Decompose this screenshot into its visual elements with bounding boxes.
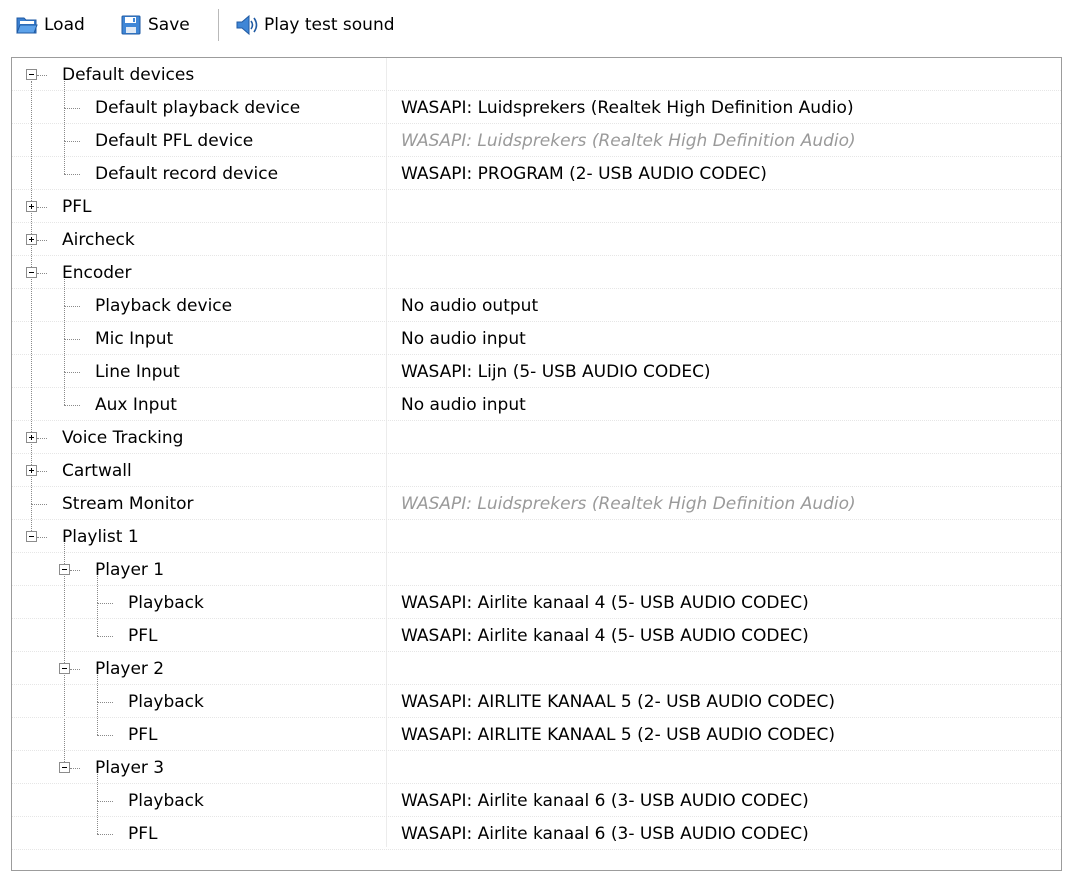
- toolbar: Load Save Play test sound: [0, 0, 1070, 50]
- collapse-icon[interactable]: [59, 762, 70, 773]
- tree-row-value[interactable]: WASAPI: Luidsprekers (Realtek High Defin…: [401, 487, 856, 519]
- load-label: Load: [44, 15, 85, 35]
- tree-row-value[interactable]: No audio input: [401, 388, 526, 420]
- tree-row-aux-input[interactable]: Aux Input No audio input: [12, 388, 1061, 421]
- tree-row-label: PFL: [62, 197, 92, 217]
- expand-icon[interactable]: [26, 465, 37, 476]
- tree-row-label: PFL: [128, 725, 158, 745]
- tree-row-value[interactable]: WASAPI: Luidsprekers (Realtek High Defin…: [401, 91, 854, 123]
- tree-row-default-devices[interactable]: Default devices: [12, 58, 1061, 91]
- collapse-icon[interactable]: [59, 663, 70, 674]
- tree-row-value[interactable]: WASAPI: Lijn (5- USB AUDIO CODEC): [401, 355, 711, 387]
- save-label: Save: [148, 15, 190, 35]
- tree-row-label: Playback: [128, 791, 204, 811]
- tree-row-value[interactable]: WASAPI: AIRLITE KANAAL 5 (2- USB AUDIO C…: [401, 718, 835, 750]
- device-tree: Default devices Default playback device WA…: [11, 57, 1062, 871]
- tree-row-label: Default playback device: [95, 98, 301, 118]
- tree-row-aircheck[interactable]: Aircheck: [12, 223, 1061, 256]
- tree-row-playback[interactable]: Playback WASAPI: Airlite kanaal 6 (3- USB…: [12, 784, 1061, 817]
- tree-row-value[interactable]: WASAPI: PROGRAM (2- USB AUDIO CODEC): [401, 157, 767, 189]
- play-test-sound-label: Play test sound: [264, 15, 395, 35]
- tree-row-player-3[interactable]: Player 3: [12, 751, 1061, 784]
- tree-row-pfl[interactable]: PFL WASAPI: Airlite kanaal 6 (3- USB AUDI…: [12, 817, 1061, 850]
- tree-row-player-2[interactable]: Player 2: [12, 652, 1061, 685]
- tree-row-label: Voice Tracking: [62, 428, 184, 448]
- tree-row-value[interactable]: WASAPI: AIRLITE KANAAL 5 (2- USB AUDIO C…: [401, 685, 835, 717]
- tree-row-mic-input[interactable]: Mic Input No audio input: [12, 322, 1061, 355]
- tree-row-value[interactable]: WASAPI: Airlite kanaal 4 (5- USB AUDIO C…: [401, 586, 809, 618]
- collapse-icon[interactable]: [26, 267, 37, 278]
- tree-row-label: Default devices: [62, 65, 195, 85]
- tree-row-label: Default record device: [95, 164, 279, 184]
- tree-row-value[interactable]: WASAPI: Luidsprekers (Realtek High Defin…: [401, 124, 856, 156]
- tree-row-label: Player 2: [95, 659, 165, 679]
- collapse-icon[interactable]: [59, 564, 70, 575]
- tree-row-playback[interactable]: Playback WASAPI: AIRLITE KANAAL 5 (2- USB…: [12, 685, 1061, 718]
- tree-row-pfl[interactable]: PFL WASAPI: Airlite kanaal 4 (5- USB AUDI…: [12, 619, 1061, 652]
- collapse-icon[interactable]: [26, 531, 37, 542]
- tree-row-label: PFL: [128, 824, 158, 844]
- tree-row-label: Playback: [128, 593, 204, 613]
- tree-row-label: Stream Monitor: [62, 494, 194, 514]
- tree-row-label: Default PFL device: [95, 131, 254, 151]
- tree-row-default-record-device[interactable]: Default record device WASAPI: PROGRAM (2-…: [12, 157, 1061, 190]
- tree-row-stream-monitor[interactable]: Stream Monitor WASAPI: Luidsprekers (Real…: [12, 487, 1061, 520]
- expand-icon[interactable]: [26, 201, 37, 212]
- tree-row-label: Player 3: [95, 758, 165, 778]
- tree-row-label: Encoder: [62, 263, 132, 283]
- expand-icon[interactable]: [26, 432, 37, 443]
- collapse-icon[interactable]: [26, 69, 37, 80]
- tree-row-pfl[interactable]: PFL WASAPI: AIRLITE KANAAL 5 (2- USB AUDI…: [12, 718, 1061, 751]
- tree-row-playback-device[interactable]: Playback device No audio output: [12, 289, 1061, 322]
- tree-row-value[interactable]: WASAPI: Airlite kanaal 6 (3- USB AUDIO C…: [401, 784, 809, 816]
- tree-row-player-1[interactable]: Player 1: [12, 553, 1061, 586]
- tree-row-encoder[interactable]: Encoder: [12, 256, 1061, 289]
- tree-row-label: PFL: [128, 626, 158, 646]
- load-button[interactable]: Load: [16, 10, 85, 40]
- tree-row-voice-tracking[interactable]: Voice Tracking: [12, 421, 1061, 454]
- tree-row-playlist-1[interactable]: Playlist 1: [12, 520, 1061, 553]
- tree-row-value[interactable]: No audio input: [401, 322, 526, 354]
- open-folder-icon: [16, 14, 38, 36]
- speaker-icon: [235, 14, 261, 36]
- tree-row-default-pfl-device[interactable]: Default PFL device WASAPI: Luidsprekers (…: [12, 124, 1061, 157]
- tree-row-line-input[interactable]: Line Input WASAPI: Lijn (5- USB AUDIO COD…: [12, 355, 1061, 388]
- tree-row-label: Playback device: [95, 296, 233, 316]
- tree-row-label: Cartwall: [62, 461, 132, 481]
- tree-row-pfl[interactable]: PFL: [12, 190, 1061, 223]
- tree-row-label: Player 1: [95, 560, 165, 580]
- tree-row-value[interactable]: WASAPI: Airlite kanaal 4 (5- USB AUDIO C…: [401, 619, 809, 651]
- save-button[interactable]: Save: [120, 10, 190, 40]
- tree-row-label: Aux Input: [95, 395, 177, 415]
- play-test-sound-button[interactable]: Play test sound: [235, 10, 395, 40]
- tree-row-cartwall[interactable]: Cartwall: [12, 454, 1061, 487]
- toolbar-separator: [218, 9, 219, 41]
- tree-row-playback[interactable]: Playback WASAPI: Airlite kanaal 4 (5- USB…: [12, 586, 1061, 619]
- tree-row-label: Playback: [128, 692, 204, 712]
- tree-row-value[interactable]: WASAPI: Airlite kanaal 6 (3- USB AUDIO C…: [401, 817, 809, 849]
- tree-row-label: Playlist 1: [62, 527, 139, 547]
- tree-row-label: Aircheck: [62, 230, 135, 250]
- tree-row-label: Mic Input: [95, 329, 174, 349]
- expand-icon[interactable]: [26, 234, 37, 245]
- tree-row-value[interactable]: No audio output: [401, 289, 538, 321]
- floppy-disk-icon: [120, 14, 142, 36]
- tree-row-label: Line Input: [95, 362, 180, 382]
- tree-row-default-playback-device[interactable]: Default playback device WASAPI: Luidsprek…: [12, 91, 1061, 124]
